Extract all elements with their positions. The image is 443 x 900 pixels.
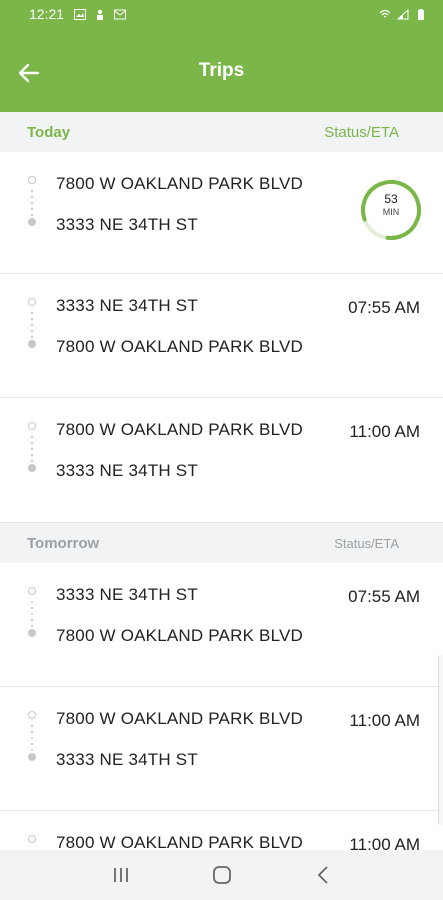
origin-dot xyxy=(28,422,36,430)
route-indicator xyxy=(27,422,37,474)
trip-row[interactable]: 7800 W OAKLAND PARK BLVD 11:00 AM xyxy=(0,811,443,850)
image-icon xyxy=(74,8,87,20)
trip-row[interactable]: 7800 W OAKLAND PARK BLVD 3333 NE 34TH ST… xyxy=(0,152,443,274)
destination-dot xyxy=(28,464,36,472)
mail-icon xyxy=(114,9,127,19)
route-indicator xyxy=(27,587,37,639)
section-header-tomorrow: Tomorrow Status/ETA xyxy=(0,523,443,563)
origin-dot xyxy=(28,835,36,843)
route-indicator xyxy=(27,298,37,350)
eta-progress-ring: 53 MIN xyxy=(360,179,422,241)
trip-destination: 3333 NE 34TH ST xyxy=(56,215,198,234)
battery-icon xyxy=(418,8,424,20)
trip-origin: 7800 W OAKLAND PARK BLVD xyxy=(56,174,303,193)
trip-destination: 7800 W OAKLAND PARK BLVD xyxy=(56,337,303,356)
route-dotted-line xyxy=(31,434,33,464)
route-indicator xyxy=(27,835,37,850)
home-icon xyxy=(212,866,231,884)
system-back-button[interactable] xyxy=(303,860,343,890)
trip-origin: 3333 NE 34TH ST xyxy=(56,585,198,604)
destination-dot xyxy=(28,753,36,761)
section-header-today: Today Status/ETA xyxy=(0,112,443,152)
status-eta-label: Status/ETA xyxy=(334,535,399,551)
origin-dot xyxy=(28,711,36,719)
trip-origin: 7800 W OAKLAND PARK BLVD xyxy=(56,420,303,439)
trip-time: 11:00 AM xyxy=(349,422,420,441)
trip-origin: 3333 NE 34TH ST xyxy=(56,296,198,315)
route-dotted-line xyxy=(31,188,33,218)
origin-dot xyxy=(28,298,36,306)
trip-row[interactable]: 7800 W OAKLAND PARK BLVD 3333 NE 34TH ST… xyxy=(0,398,443,523)
person-icon xyxy=(97,9,104,20)
trip-time: 11:00 AM xyxy=(349,835,420,850)
route-dotted-line xyxy=(31,310,33,340)
trip-origin: 7800 W OAKLAND PARK BLVD xyxy=(56,833,303,850)
home-button[interactable] xyxy=(202,860,242,890)
eta-value: 53 xyxy=(384,192,398,206)
status-time: 12:21 xyxy=(29,6,65,22)
eta-unit: MIN xyxy=(382,207,400,217)
system-nav-bar xyxy=(0,850,443,900)
route-indicator xyxy=(27,176,37,228)
trip-destination: 7800 W OAKLAND PARK BLVD xyxy=(56,626,303,645)
route-indicator xyxy=(27,711,37,763)
status-bar: 12:21 xyxy=(0,0,443,28)
trip-time: 07:55 AM xyxy=(348,587,420,606)
origin-dot xyxy=(28,587,36,595)
trip-time: 11:00 AM xyxy=(349,711,420,730)
recents-icon xyxy=(113,868,128,882)
trip-row[interactable]: 7800 W OAKLAND PARK BLVD 3333 NE 34TH ST… xyxy=(0,687,443,811)
scrollbar[interactable] xyxy=(438,655,443,825)
route-dotted-line xyxy=(31,599,33,629)
trip-row[interactable]: 3333 NE 34TH ST 7800 W OAKLAND PARK BLVD… xyxy=(0,274,443,398)
app-bar: Trips xyxy=(0,28,443,112)
origin-dot xyxy=(28,176,36,184)
back-icon xyxy=(317,866,328,884)
route-dotted-line xyxy=(31,723,33,753)
recents-button[interactable] xyxy=(101,860,141,890)
trip-row[interactable]: 3333 NE 34TH ST 7800 W OAKLAND PARK BLVD… xyxy=(0,563,443,687)
section-label: Today xyxy=(27,123,71,141)
section-label: Tomorrow xyxy=(27,534,100,552)
trip-destination: 3333 NE 34TH ST xyxy=(56,461,198,480)
status-eta-label: Status/ETA xyxy=(324,123,399,141)
destination-dot xyxy=(28,629,36,637)
wifi-icon xyxy=(379,9,391,17)
trip-time: 07:55 AM xyxy=(348,298,420,317)
destination-dot xyxy=(28,340,36,348)
destination-dot xyxy=(28,218,36,226)
trip-destination: 3333 NE 34TH ST xyxy=(56,750,198,769)
signal-icon xyxy=(397,8,409,19)
page-title: Trips xyxy=(198,60,245,81)
trip-origin: 7800 W OAKLAND PARK BLVD xyxy=(56,709,303,728)
